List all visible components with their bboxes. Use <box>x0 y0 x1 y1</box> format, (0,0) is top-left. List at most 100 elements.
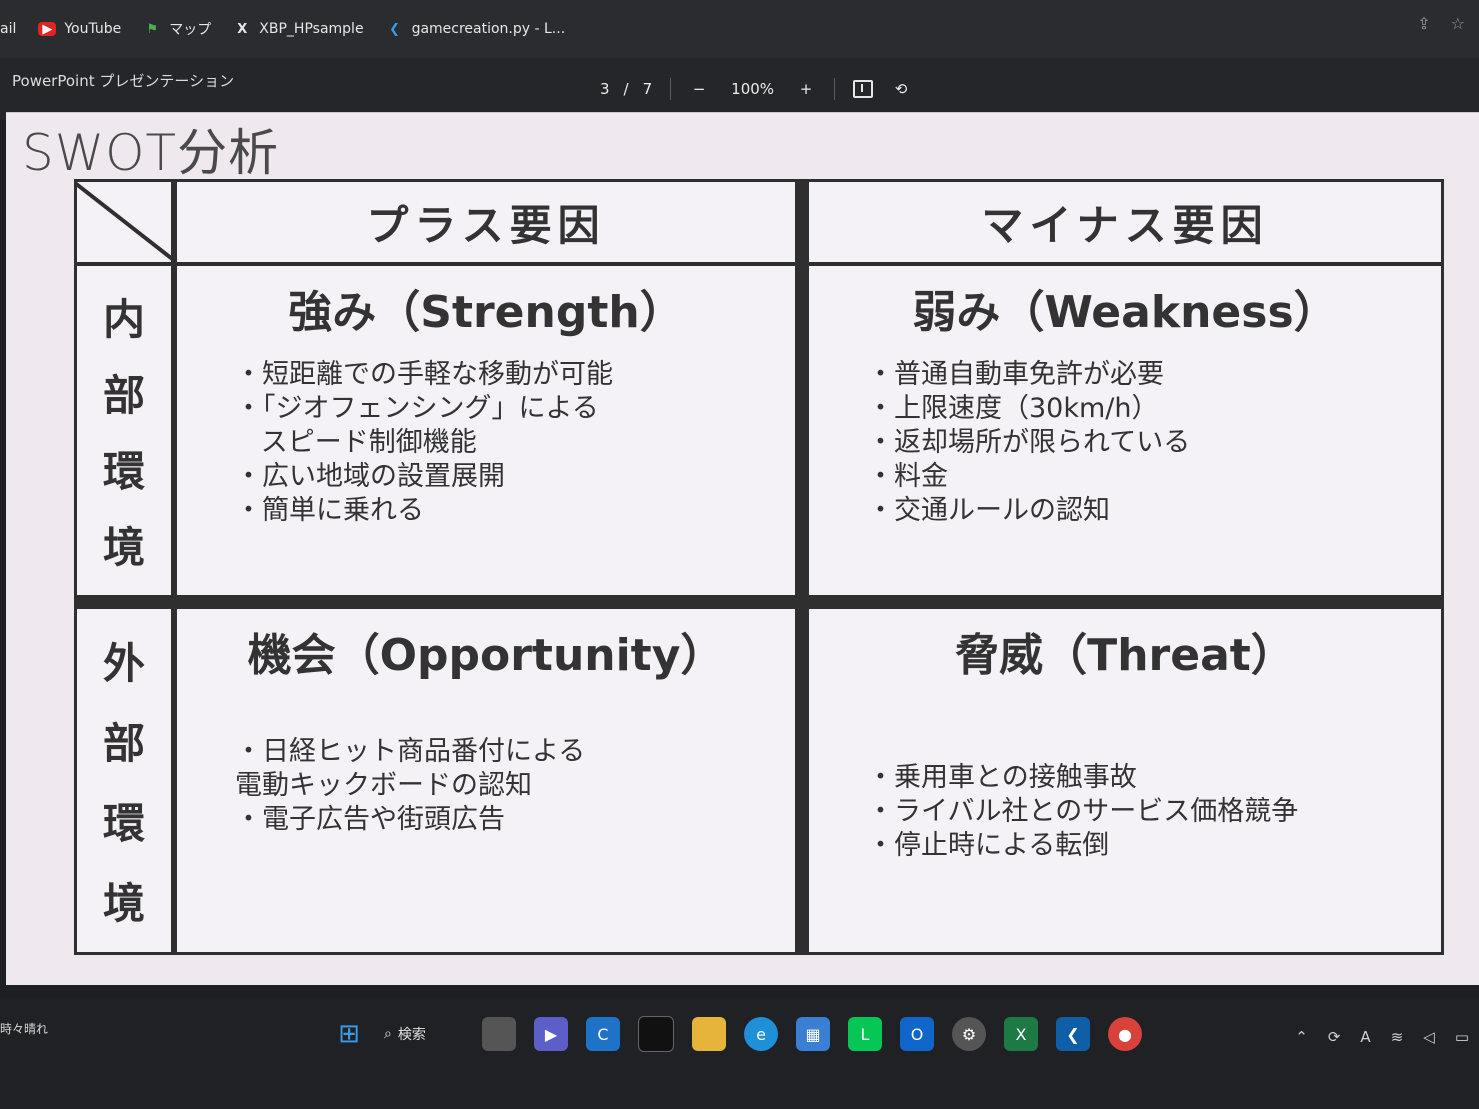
row-header-internal: 内 部 環 境 <box>77 266 177 609</box>
chrome-icon[interactable]: ● <box>1108 1017 1142 1051</box>
column-header-minus: マイナス要因 <box>809 182 1441 266</box>
bookmark-x[interactable]: X XBP_HPsample <box>233 21 363 37</box>
opportunity-quadrant: 機会（Opportunity） 日経ヒット商品番付による 電動キックボードの認知… <box>177 609 809 952</box>
viewer-toolbar: PowerPoint プレゼンテーション 3 / 7 − 100% + ⟲ <box>0 58 1479 120</box>
taskbar-search[interactable]: ⌕ 検索 <box>384 1024 464 1044</box>
bookmark-youtube[interactable]: ▶ YouTube <box>38 21 121 37</box>
star-icon[interactable]: ☆ <box>1451 14 1465 33</box>
page-separator: / <box>623 80 629 98</box>
row-header-external: 外 部 環 境 <box>77 609 177 952</box>
ime-icon[interactable]: A <box>1360 1028 1370 1046</box>
bookmark-mail[interactable]: ail <box>0 21 16 37</box>
slide-page: SWOT分析 プラス要因 マイナス要因 内 部 環 境 強み（Strength）… <box>6 112 1479 985</box>
opportunity-list: 日経ヒット商品番付による 電動キックボードの認知 電子広告や街頭広告 <box>177 735 795 837</box>
bookmark-maps[interactable]: ⚑ マップ <box>143 19 211 39</box>
viewer-controls: 3 / 7 − 100% + ⟲ <box>600 78 911 100</box>
search-label: 検索 <box>397 1027 426 1043</box>
list-item: 電子広告や街頭広告 <box>235 803 795 837</box>
column-header-plus: プラス要因 <box>177 182 809 266</box>
page-total: 7 <box>642 80 653 98</box>
list-item: 簡単に乗れる <box>235 494 795 528</box>
swot-table: プラス要因 マイナス要因 内 部 環 境 強み（Strength） 短距離での手… <box>74 179 1444 955</box>
file-explorer-icon[interactable] <box>692 1017 726 1051</box>
corner-cell <box>77 182 177 266</box>
bookmark-label: gamecreation.py - L... <box>411 21 566 37</box>
row-char: 環 <box>102 447 145 497</box>
store-icon[interactable]: ▦ <box>796 1017 830 1051</box>
list-item: 返却場所が限られている <box>867 426 1441 460</box>
divider <box>670 78 672 100</box>
strength-quadrant: 強み（Strength） 短距離での手軽な移動が可能 「ジオフェンシング」による… <box>177 266 809 609</box>
page-indicator: 3 / 7 <box>600 80 652 98</box>
weather-widget[interactable]: 時々晴れ <box>0 1020 48 1037</box>
threat-quadrant: 脅威（Threat） 乗用車との接触事故 ライバル社とのサービス価格競争 停止時… <box>809 609 1441 952</box>
list-item: 上限速度（30km/h） <box>867 392 1441 426</box>
weakness-quadrant: 弱み（Weakness） 普通自動車免許が必要 上限速度（30km/h） 返却場… <box>809 266 1441 609</box>
rotate-icon[interactable]: ⟲ <box>891 80 911 98</box>
list-item: ライバル社とのサービス価格競争 <box>867 795 1441 829</box>
threat-title: 脅威（Threat） <box>955 630 1295 681</box>
bookmark-label: XBP_HPsample <box>259 21 364 37</box>
maps-icon: ⚑ <box>146 21 159 37</box>
bookmark-actions: ⇪ ☆ <box>1417 14 1465 33</box>
zoom-in-button[interactable]: + <box>796 80 816 98</box>
threat-list: 乗用車との接触事故 ライバル社とのサービス価格競争 停止時による転倒 <box>809 761 1441 863</box>
document-title: PowerPoint プレゼンテーション <box>12 72 235 90</box>
bookmark-label: YouTube <box>64 21 122 37</box>
taskbar-icons: ⊞ ⌕ 検索 ▶ C e ▦ L O ⚙ X ❮ ● <box>332 1016 1142 1052</box>
list-item: 交通ルールの認知 <box>867 494 1441 528</box>
divider <box>834 78 836 100</box>
row-char: 外 <box>102 639 145 689</box>
share-icon[interactable]: ⇪ <box>1417 14 1430 33</box>
list-item: 停止時による転倒 <box>867 829 1441 863</box>
fit-page-icon[interactable] <box>853 80 874 98</box>
weakness-list: 普通自動車免許が必要 上限速度（30km/h） 返却場所が限られている 料金 交… <box>809 358 1441 528</box>
task-view-icon[interactable] <box>482 1017 516 1051</box>
wifi-icon[interactable]: ≋ <box>1391 1028 1404 1046</box>
system-tray: ⌃ ⟳ A ≋ ◁ ▭ <box>1295 1028 1469 1046</box>
row-char: 内 <box>102 294 145 344</box>
page-current[interactable]: 3 <box>600 80 610 98</box>
youtube-icon: ▶ <box>38 22 57 37</box>
line-icon[interactable]: L <box>848 1017 882 1051</box>
list-item: 日経ヒット商品番付による 電動キックボードの認知 <box>235 735 795 803</box>
zoom-out-button[interactable]: − <box>689 80 709 98</box>
volume-icon[interactable]: ◁ <box>1423 1028 1435 1046</box>
row-char: 部 <box>102 719 145 769</box>
weakness-title: 弱み（Weakness） <box>912 287 1338 338</box>
row-char: 境 <box>102 878 145 928</box>
search-icon: ⌕ <box>384 1026 392 1042</box>
list-item: 料金 <box>867 460 1441 494</box>
strength-title: 強み（Strength） <box>288 287 684 338</box>
vscode-taskbar-icon[interactable]: ❮ <box>1056 1017 1090 1051</box>
settings-icon[interactable]: ⚙ <box>952 1017 986 1051</box>
list-item: 短距離での手軽な移動が可能 <box>235 358 795 392</box>
row-char: 部 <box>102 370 145 420</box>
outlook-icon[interactable]: O <box>900 1017 934 1051</box>
list-item: 乗用車との接触事故 <box>867 761 1441 795</box>
list-item: 広い地域の設置展開 <box>235 460 795 494</box>
strength-list: 短距離での手軽な移動が可能 「ジオフェンシング」による スピード制御機能 広い地… <box>177 358 795 528</box>
row-char: 環 <box>102 798 145 848</box>
excel-icon[interactable]: X <box>1004 1017 1038 1051</box>
zoom-level[interactable]: 100% <box>727 78 778 100</box>
windows-start-icon[interactable]: ⊞ <box>332 1017 366 1051</box>
chevron-up-icon[interactable]: ⌃ <box>1295 1028 1308 1046</box>
teams-icon[interactable]: ▶ <box>534 1017 568 1051</box>
x-icon: X <box>237 21 248 37</box>
copilot-icon[interactable]: C <box>586 1017 620 1051</box>
row-char: 境 <box>102 523 145 573</box>
bookmark-vscode[interactable]: ❮ gamecreation.py - L... <box>386 21 566 37</box>
bookmark-label: ail <box>0 21 17 37</box>
vscode-icon: ❮ <box>389 21 401 37</box>
terminal-icon[interactable] <box>638 1016 674 1052</box>
sync-icon[interactable]: ⟳ <box>1328 1028 1341 1046</box>
taskbar: 時々晴れ ⊞ ⌕ 検索 ▶ C e ▦ L O ⚙ X ❮ ● ⌃ ⟳ A ≋ … <box>0 998 1479 1109</box>
edge-icon[interactable]: e <box>744 1017 778 1051</box>
bookmarks-bar: ail ▶ YouTube ⚑ マップ X XBP_HPsample ❮ gam… <box>0 0 1479 58</box>
list-item: 普通自動車免許が必要 <box>867 358 1441 392</box>
slide-title: SWOT分析 <box>22 124 280 182</box>
list-item: 「ジオフェンシング」による スピード制御機能 <box>235 392 795 460</box>
opportunity-title: 機会（Opportunity） <box>247 630 725 681</box>
battery-icon[interactable]: ▭ <box>1455 1028 1469 1046</box>
